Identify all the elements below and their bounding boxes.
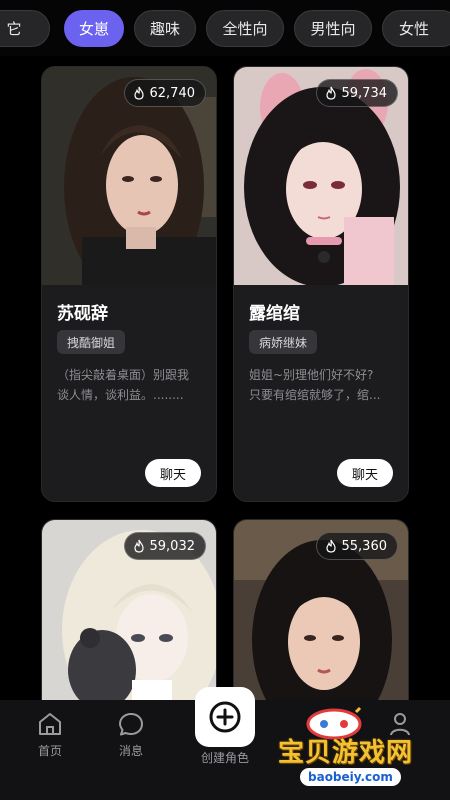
tab-other[interactable]: 它 xyxy=(0,10,50,47)
description-line: 谈人情，谈利益。........ xyxy=(57,388,184,402)
tab-female-oriented[interactable]: 女性 xyxy=(382,10,450,47)
watermark: 宝贝游戏网 baobeiy.com xyxy=(270,706,450,796)
description-line: 姐姐~别理他们好不好? xyxy=(249,368,374,382)
tab-label: 趣味 xyxy=(149,20,180,38)
popularity-badge: 62,740 xyxy=(123,79,206,107)
popularity-badge: 59,032 xyxy=(123,532,206,560)
flame-icon xyxy=(325,86,336,100)
description-line: （指尖敲着桌面）别跟我 xyxy=(57,368,190,382)
character-card[interactable]: 55,360 xyxy=(233,519,409,719)
character-name: 露绾绾 xyxy=(249,304,300,324)
watermark-title: 宝贝游戏网 xyxy=(278,738,414,768)
nav-home[interactable]: 首页 xyxy=(20,710,80,759)
flame-icon xyxy=(133,539,144,553)
plus-circle-icon xyxy=(209,701,241,733)
tab-label: 女崽 xyxy=(78,20,109,38)
tab-fun[interactable]: 趣味 xyxy=(134,10,196,47)
popularity-count: 59,032 xyxy=(149,538,196,554)
home-icon xyxy=(39,713,61,735)
chat-button[interactable]: 聊天 xyxy=(337,459,393,487)
character-description: 姐姐~别理他们好不好? 只要有绾绾就够了，绾... xyxy=(249,365,397,405)
watermark-url: baobeiy.com xyxy=(300,768,401,786)
flame-icon xyxy=(325,539,336,553)
nav-messages[interactable]: 消息 xyxy=(101,710,161,759)
category-tabs: 它 女崽 趣味 全性向 男性向 女性 xyxy=(0,0,450,56)
popularity-count: 59,734 xyxy=(341,85,388,101)
tab-all-orientation[interactable]: 全性向 xyxy=(206,10,284,47)
character-name: 苏砚辞 xyxy=(57,304,108,324)
character-description: （指尖敲着桌面）别跟我 谈人情，谈利益。........ xyxy=(57,365,205,405)
nav-label: 首页 xyxy=(37,744,62,758)
create-character-label: 创建角色 xyxy=(200,751,249,765)
chat-button[interactable]: 聊天 xyxy=(145,459,201,487)
character-tag: 病娇继妹 xyxy=(249,330,318,354)
description-line: 只要有绾绾就够了，绾... xyxy=(249,388,381,402)
tab-label: 全性向 xyxy=(222,20,268,38)
tab-label: 男性向 xyxy=(310,20,356,38)
popularity-badge: 59,734 xyxy=(315,79,398,107)
message-icon xyxy=(119,713,143,736)
create-character-button[interactable] xyxy=(195,687,255,747)
character-card[interactable]: 59,032 xyxy=(41,519,217,719)
flame-icon xyxy=(133,86,144,100)
character-tag: 拽酷御姐 xyxy=(57,330,126,354)
popularity-badge: 55,360 xyxy=(315,532,398,560)
character-card[interactable]: 62,740 苏砚辞 拽酷御姐 （指尖敲着桌面）别跟我 谈人情，谈利益。....… xyxy=(41,66,217,502)
tab-label: 女性 xyxy=(399,20,430,38)
tab-label: 它 xyxy=(6,20,22,38)
tab-female[interactable]: 女崽 xyxy=(64,10,124,47)
nav-label: 消息 xyxy=(118,744,143,758)
character-card[interactable]: 59,734 露绾绾 病娇继妹 姐姐~别理他们好不好? 只要有绾绾就够了，绾..… xyxy=(233,66,409,502)
tab-male-oriented[interactable]: 男性向 xyxy=(294,10,372,47)
popularity-count: 55,360 xyxy=(341,538,388,554)
popularity-count: 62,740 xyxy=(149,85,196,101)
